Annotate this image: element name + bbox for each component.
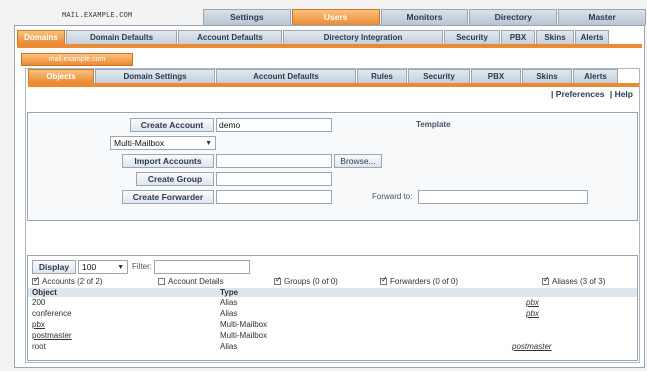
- account-name-input[interactable]: demo: [216, 118, 332, 132]
- tab-directory-integration[interactable]: Directory Integration: [283, 30, 443, 44]
- column-object[interactable]: Object: [32, 288, 57, 297]
- create-form: Create Account demo Template Multi-Mailb…: [27, 112, 638, 221]
- tab-domains[interactable]: Domains: [17, 30, 65, 44]
- table-header: Object Type: [28, 288, 637, 297]
- template-link[interactable]: Template: [416, 120, 451, 129]
- forward-to-label: Forward to:: [372, 192, 413, 201]
- domain-tab-band: [17, 44, 642, 48]
- row-object[interactable]: 200: [32, 298, 45, 307]
- tab-directory[interactable]: Directory: [469, 9, 558, 25]
- tab-domain-settings[interactable]: Domain Settings: [95, 69, 215, 83]
- tab-objects[interactable]: Objects: [28, 69, 94, 83]
- tab-object-skins[interactable]: Skins: [522, 69, 572, 83]
- row-type: Alias: [220, 309, 238, 318]
- table-row[interactable]: root Alias postmaster: [28, 342, 637, 352]
- object-tab-bar: Objects Domain Settings Account Defaults…: [28, 69, 639, 83]
- tab-monitors[interactable]: Monitors: [380, 9, 469, 25]
- tab-pbx[interactable]: PBX: [501, 30, 535, 44]
- create-account-button[interactable]: Create Account: [130, 118, 214, 132]
- domain-panel: Objects Domain Settings Account Defaults…: [25, 68, 640, 363]
- forward-to-input[interactable]: [418, 190, 588, 204]
- forwarders-checkbox[interactable]: Forwarders (0 of 0): [380, 275, 459, 286]
- row-type: Multi-Mailbox: [220, 320, 268, 329]
- checkbox-icon: [380, 275, 388, 286]
- top-links: | Preferences | Help: [548, 89, 633, 99]
- row-type: Alias: [220, 298, 238, 307]
- create-group-button[interactable]: Create Group: [136, 172, 214, 186]
- row-target[interactable]: pbx: [526, 309, 539, 318]
- tab-account-defaults[interactable]: Account Defaults: [178, 30, 282, 44]
- preferences-link[interactable]: | Preferences: [551, 89, 604, 99]
- row-object[interactable]: conference: [32, 309, 72, 318]
- accounts-checkbox-label: Accounts (2 of 2): [42, 277, 103, 286]
- table-row[interactable]: 200 Alias pbx: [28, 298, 637, 308]
- filter-label: Filter:: [132, 262, 152, 271]
- tab-skins[interactable]: Skins: [536, 30, 574, 44]
- row-object[interactable]: root: [32, 342, 46, 351]
- tab-rules[interactable]: Rules: [357, 69, 407, 83]
- row-object[interactable]: postmaster: [32, 331, 72, 340]
- selected-domain-tab[interactable]: mail.example.com: [21, 53, 133, 66]
- checkbox-icon: [542, 275, 550, 286]
- tab-object-alerts[interactable]: Alerts: [573, 69, 618, 83]
- account-type-value: Multi-Mailbox: [114, 138, 165, 148]
- create-forwarder-button[interactable]: Create Forwarder: [122, 190, 214, 204]
- account-details-checkbox[interactable]: Account Details: [158, 277, 224, 286]
- table-row[interactable]: pbx Multi-Mailbox: [28, 320, 637, 330]
- checkbox-icon: [32, 275, 40, 286]
- row-type: Alias: [220, 342, 238, 351]
- help-link[interactable]: | Help: [610, 89, 633, 99]
- tab-alerts[interactable]: Alerts: [575, 30, 609, 44]
- display-button[interactable]: Display: [32, 260, 76, 274]
- server-hostname: MAIL.EXAMPLE.COM: [62, 12, 133, 20]
- checkbox-icon: [274, 275, 282, 286]
- tab-object-pbx[interactable]: PBX: [471, 69, 521, 83]
- checkbox-icon: [158, 278, 165, 286]
- tab-domain-defaults[interactable]: Domain Defaults: [66, 30, 177, 44]
- filter-input[interactable]: [154, 260, 250, 274]
- import-accounts-button[interactable]: Import Accounts: [122, 154, 214, 168]
- account-details-checkbox-label: Account Details: [168, 277, 224, 286]
- row-object[interactable]: pbx: [32, 320, 45, 329]
- object-list: Display 100 ▼ Filter: Accounts (2 of 2) …: [27, 255, 638, 361]
- accounts-checkbox[interactable]: Accounts (2 of 2): [32, 275, 103, 286]
- tab-users[interactable]: Users: [291, 9, 380, 25]
- chevron-down-icon: ▼: [205, 140, 212, 147]
- users-frame: Domains Domain Defaults Account Defaults…: [14, 25, 645, 368]
- table-row[interactable]: postmaster Multi-Mailbox: [28, 331, 637, 341]
- row-target[interactable]: pbx: [526, 298, 539, 307]
- column-type[interactable]: Type: [220, 288, 238, 297]
- table-row[interactable]: conference Alias pbx: [28, 309, 637, 319]
- forwarder-name-input[interactable]: [216, 190, 332, 204]
- tab-master[interactable]: Master: [558, 9, 646, 25]
- tab-settings[interactable]: Settings: [203, 9, 291, 25]
- page-size-value: 100: [82, 262, 97, 272]
- tab-object-account-defaults[interactable]: Account Defaults: [216, 69, 356, 83]
- group-name-input[interactable]: [216, 172, 332, 186]
- page-size-select[interactable]: 100 ▼: [78, 260, 128, 274]
- groups-checkbox-label: Groups (0 of 0): [284, 277, 338, 286]
- tab-object-security[interactable]: Security: [408, 69, 470, 83]
- aliases-checkbox-label: Aliases (3 of 3): [552, 277, 606, 286]
- groups-checkbox[interactable]: Groups (0 of 0): [274, 275, 338, 286]
- tab-security[interactable]: Security: [444, 30, 500, 44]
- account-type-select[interactable]: Multi-Mailbox ▼: [110, 136, 216, 150]
- object-tab-band: [28, 83, 639, 87]
- forwarders-checkbox-label: Forwarders (0 of 0): [390, 277, 459, 286]
- row-target[interactable]: postmaster: [512, 342, 552, 351]
- top-tab-bar: Settings Users Monitors Directory Master: [203, 9, 647, 25]
- browse-button[interactable]: Browse...: [334, 154, 382, 168]
- domain-tab-bar: Domains Domain Defaults Account Defaults…: [17, 30, 642, 44]
- chevron-down-icon: ▼: [117, 264, 124, 271]
- row-type: Multi-Mailbox: [220, 331, 268, 340]
- aliases-checkbox[interactable]: Aliases (3 of 3): [542, 275, 606, 286]
- import-file-input[interactable]: [216, 154, 332, 168]
